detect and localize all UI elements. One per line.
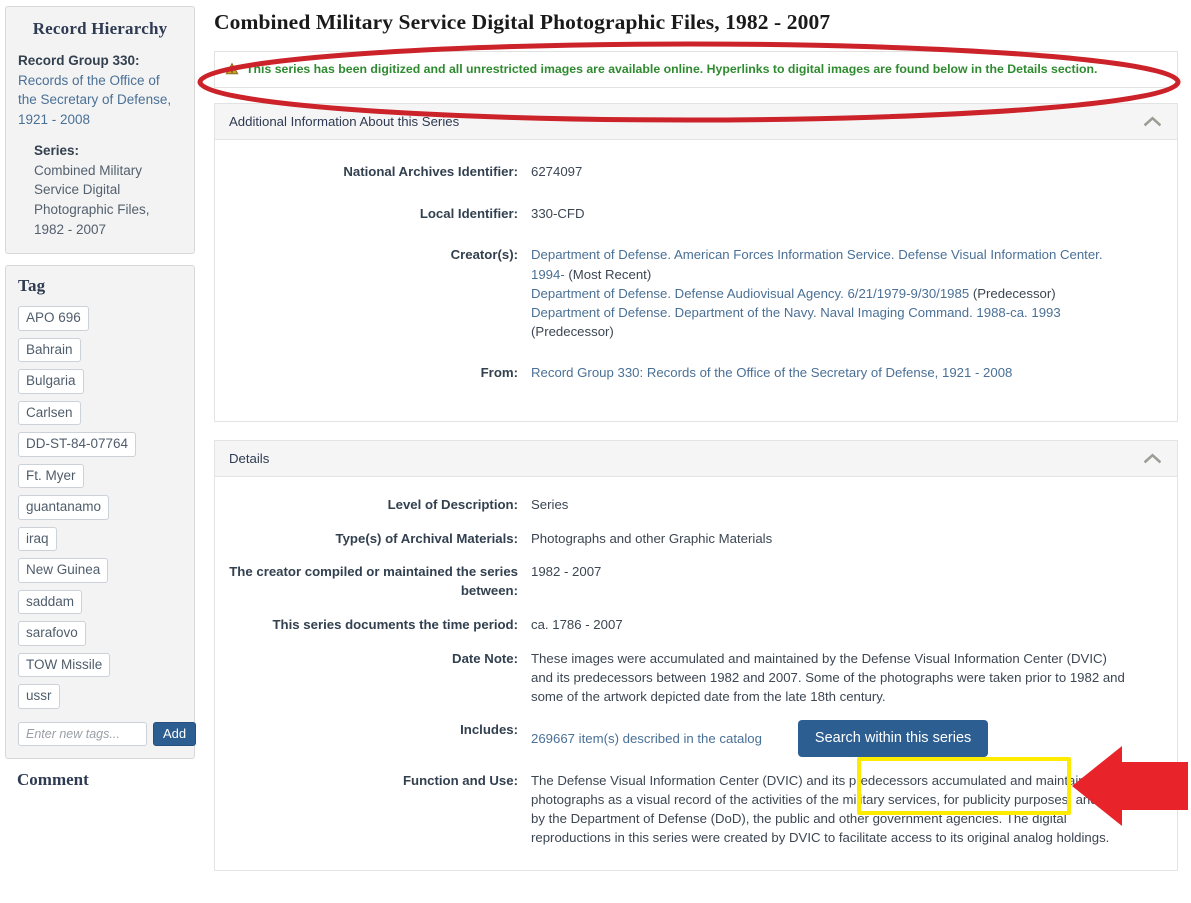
details-header[interactable]: Details [215, 440, 1177, 477]
archival-materials-label: Type(s) of Archival Materials: [335, 530, 518, 546]
includes-row: Includes: 269667 item(s) described in th… [215, 719, 1167, 757]
record-hierarchy-panel: Record Hierarchy Record Group 330: Recor… [5, 6, 195, 255]
from-link[interactable]: Record Group 330: Records of the Office … [531, 365, 1012, 380]
compiled-between-label: The creator compiled or maintained the s… [229, 564, 518, 599]
creator-entry: Department of Defense. American Forces I… [531, 245, 1131, 283]
from-label: From: [480, 365, 518, 381]
creator-suffix: (Predecessor) [531, 324, 614, 340]
tag-item[interactable]: saddam [18, 589, 83, 615]
creators-label: Creator(s): [450, 247, 518, 263]
tag-item[interactable]: guantanamo [18, 495, 110, 520]
additional-information-header[interactable]: Additional Information About this Series [215, 103, 1177, 140]
tag-item[interactable]: iraq [18, 526, 57, 552]
national-archives-identifier-label: National Archives Identifier: [343, 163, 518, 179]
tag-panel: Tag APO 696 Bahrain Bulgaria Carlsen DD-… [5, 265, 197, 760]
includes-value-group: 269667 item(s) described in the catalog … [531, 719, 1167, 757]
tag-item[interactable]: ussr [18, 684, 60, 709]
creators-row: Creator(s): Department of Defense. Ameri… [215, 245, 1167, 341]
time-period-row: This series documents the time period: c… [215, 615, 1167, 635]
tag-add-row: Add [18, 721, 197, 747]
national-archives-identifier-value: 6274097 [531, 163, 583, 179]
creators-value: Department of Defense. American Forces I… [531, 245, 1131, 341]
tag-item[interactable]: New Guinea [18, 558, 109, 583]
creator-link[interactable]: Department of Defense. Defense Audiovisu… [531, 286, 969, 301]
details-section: Details Level of Description: Series Typ… [214, 439, 1178, 871]
local-identifier-label: Local Identifier: [419, 205, 518, 221]
function-and-use-label: Function and Use: [402, 772, 518, 788]
series-label: Series: [34, 143, 80, 159]
warning-triangle-icon [225, 61, 239, 75]
tag-item[interactable]: Ft. Myer [18, 463, 84, 489]
level-of-description-row: Level of Description: Series [215, 495, 1167, 515]
tag-item[interactable]: Bahrain [18, 337, 81, 363]
digitized-alert-text: This series has been digitized and all u… [246, 62, 1098, 76]
local-identifier-value: 330-CFD [531, 205, 585, 221]
record-hierarchy-title: Record Hierarchy [32, 19, 168, 38]
digitized-alert-banner: This series has been digitized and all u… [214, 51, 1178, 88]
archival-materials-value: Photographs and other Graphic Materials [531, 530, 773, 546]
comment-section-title: Comment [17, 770, 89, 790]
search-within-series-button[interactable]: Search within this series [797, 719, 989, 757]
record-group-label-text: Record Group 330: [18, 53, 140, 68]
compiled-between-row: The creator compiled or maintained the s… [215, 562, 1167, 600]
page-title: Combined Military Service Digital Photog… [214, 10, 831, 34]
details-body: Level of Description: Series Type(s) of … [215, 477, 1177, 870]
national-archives-identifier-row: National Archives Identifier: 6274097 [215, 162, 1167, 182]
tag-item[interactable]: TOW Missile [18, 652, 111, 678]
function-and-use-value: The Defense Visual Information Center (D… [531, 772, 1142, 846]
from-row: From: Record Group 330: Records of the O… [215, 363, 1167, 383]
compiled-between-value: 1982 - 2007 [531, 564, 602, 580]
chevron-up-icon[interactable] [1143, 116, 1162, 127]
includes-catalog-link[interactable]: 269667 item(s) described in the catalog [531, 729, 762, 748]
from-value: Record Group 330: Records of the Office … [531, 363, 1167, 382]
level-of-description-value: Series [531, 496, 569, 512]
time-period-value: ca. 1786 - 2007 [531, 616, 623, 632]
creator-suffix: (Predecessor) [969, 285, 1056, 301]
additional-information-body: National Archives Identifier: 6274097 Lo… [215, 140, 1177, 421]
additional-information-header-title: Additional Information About this Series [229, 113, 460, 129]
time-period-label: This series documents the time period: [272, 616, 519, 632]
function-and-use-row: Function and Use: The Defense Visual Inf… [215, 771, 1167, 848]
local-identifier-row: Local Identifier: 330-CFD [215, 204, 1167, 224]
page-root: Record Hierarchy Record Group 330: Recor… [0, 0, 1191, 903]
chevron-up-icon[interactable] [1143, 453, 1162, 464]
record-group-label: Record Group 330: [18, 51, 182, 71]
tag-item[interactable]: sarafovo [18, 621, 86, 646]
date-note-value: These images were accumulated and mainta… [531, 650, 1125, 704]
record-group-link[interactable]: Records of the Office of the Secretary o… [18, 71, 182, 130]
details-header-title: Details [229, 450, 270, 466]
archival-materials-row: Type(s) of Archival Materials: Photograp… [215, 529, 1167, 549]
tag-item[interactable]: DD-ST-84-07764 [18, 432, 137, 457]
sidebar: Record Hierarchy Record Group 330: Recor… [0, 0, 200, 790]
series-entry: Series: Combined Military Service Digita… [18, 141, 182, 239]
tag-item[interactable]: APO 696 [18, 306, 89, 331]
tag-item[interactable]: Bulgaria [18, 369, 84, 394]
date-note-label: Date Note: [452, 650, 518, 666]
add-tag-button[interactable]: Add [153, 721, 197, 747]
creator-entry: Department of Defense. Defense Audiovisu… [531, 284, 1131, 303]
includes-label: Includes: [460, 721, 518, 737]
date-note-row: Date Note: These images were accumulated… [215, 649, 1167, 706]
creator-link[interactable]: Department of Defense. Department of the… [531, 305, 1061, 320]
new-tag-input[interactable] [18, 722, 147, 747]
tag-item[interactable]: Carlsen [18, 400, 81, 426]
main-content: Combined Military Service Digital Photog… [200, 0, 1191, 889]
creator-suffix: (Most Recent) [564, 266, 652, 282]
level-of-description-label: Level of Description: [387, 496, 518, 512]
additional-information-section: Additional Information About this Series… [214, 102, 1178, 422]
tag-panel-title: Tag [18, 276, 46, 296]
series-text: Combined Military Service Digital Photog… [34, 162, 150, 237]
tag-list: APO 696 Bahrain Bulgaria Carlsen DD-ST-8… [18, 306, 182, 709]
creator-entry: Department of Defense. Department of the… [531, 303, 1131, 341]
